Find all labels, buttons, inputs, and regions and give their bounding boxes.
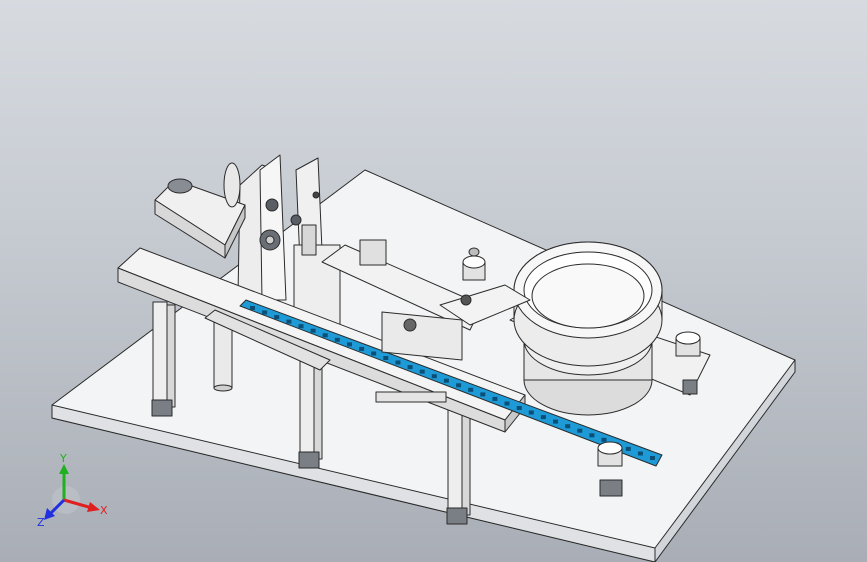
belt-slot [601, 437, 607, 442]
belt-slot [395, 360, 401, 365]
belt-slot [371, 351, 377, 356]
belt-slot [650, 456, 655, 460]
belt-slot [516, 406, 522, 410]
belt-slot [553, 419, 558, 424]
hex-nut [682, 379, 698, 395]
leg [151, 301, 176, 417]
x-axis-label: X [100, 504, 108, 517]
belt-slot [298, 324, 304, 329]
belt-slot [274, 315, 280, 320]
belt-slot [456, 383, 462, 388]
belt-slot [407, 365, 413, 370]
belt-slot [625, 446, 631, 451]
hex-nut [675, 331, 701, 357]
belt-slot [443, 378, 449, 383]
leg [446, 409, 471, 525]
belt-slot [565, 424, 571, 429]
belt-slot [637, 451, 643, 456]
orientation-triad: Y X Z [34, 452, 114, 532]
y-axis-arrow [59, 464, 69, 474]
belt-slot [468, 387, 474, 392]
belt-slot [480, 392, 486, 397]
assembly-model[interactable] [0, 0, 867, 562]
belt-slot [431, 374, 437, 379]
belt-slot [347, 342, 352, 347]
belt-slot [577, 428, 583, 433]
column [213, 319, 233, 392]
belt-slot [334, 337, 340, 342]
y-axis-label: Y [59, 452, 67, 465]
belt-slot [359, 346, 365, 351]
belt-slot [419, 369, 425, 374]
belt-slot [504, 401, 510, 406]
belt-slot [540, 415, 546, 420]
cad-viewport[interactable]: Y X Z [0, 0, 867, 562]
x-axis-arrow [87, 502, 100, 512]
belt-slot [262, 310, 268, 315]
belt-slot [250, 306, 255, 310]
belt-slot [383, 356, 389, 360]
belt-slot [589, 433, 595, 438]
servo-motor[interactable] [154, 162, 246, 259]
belt-slot [322, 333, 328, 338]
belt-slot [528, 410, 534, 415]
z-axis-label: Z [37, 516, 45, 529]
belt-slot [310, 328, 316, 333]
belt-slot [286, 319, 292, 324]
belt-slot [492, 396, 498, 401]
